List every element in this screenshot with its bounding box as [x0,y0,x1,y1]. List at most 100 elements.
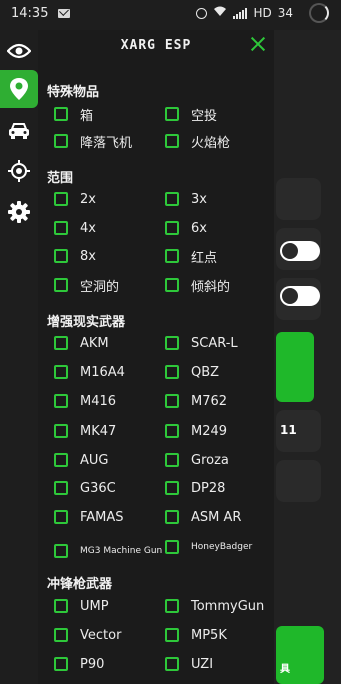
checkbox-item[interactable]: MG3 Machine Gun [54,538,170,564]
checkbox-label: 2x [80,191,96,207]
checkbox[interactable] [165,628,179,642]
checkbox[interactable] [54,657,68,671]
checkbox[interactable] [165,336,179,350]
checkbox[interactable] [165,540,179,554]
checkbox-label: M762 [191,393,228,409]
sidebar-item-items[interactable] [0,70,38,108]
checkbox[interactable] [54,365,68,379]
checkbox-item[interactable]: DP28 [165,477,225,499]
sidebar-item-vehicles[interactable] [0,112,38,150]
checkbox-item[interactable]: 空洞的 [54,274,119,296]
checkbox-label: 红点 [191,250,218,266]
bg-green-button[interactable]: 具 [276,626,324,684]
checkbox-item[interactable]: 箱 [54,103,93,125]
checkbox[interactable] [54,599,68,613]
checkbox-item[interactable]: 空投 [165,103,217,125]
checkbox-item[interactable]: 倾斜的 [165,274,230,296]
checkbox-label: 6x [191,220,207,236]
checkbox-item[interactable]: TommyGun [165,595,264,617]
bg-toggle[interactable] [280,241,320,261]
checkbox[interactable] [165,192,179,206]
checkbox-item[interactable]: M416 [54,390,116,412]
checkbox-item[interactable]: M249 [165,420,227,442]
checkbox[interactable] [54,481,68,495]
checkbox[interactable] [54,424,68,438]
checkbox-item[interactable]: Groza [165,449,229,471]
checkbox-item[interactable]: G36C [54,477,116,499]
checkbox[interactable] [54,278,68,292]
checkbox-item[interactable]: P90 [54,653,104,675]
checkbox-label: TommyGun [191,598,265,614]
checkbox-item[interactable]: HoneyBadger [165,536,252,558]
checkbox-item[interactable]: MK47 [54,420,116,442]
status-bar: 14:35 HD 34 [0,0,341,30]
checkbox-label: DP28 [191,480,226,496]
checkbox-item[interactable]: 红点 [165,245,217,267]
checkbox-item[interactable]: FAMAS [54,506,124,528]
wifi-icon [213,6,227,20]
checkbox[interactable] [165,278,179,292]
checkbox[interactable] [165,481,179,495]
checkbox-item[interactable]: ASM AR [165,506,241,528]
checkbox-item[interactable]: M762 [165,390,227,412]
checkbox[interactable] [54,134,68,148]
checkbox[interactable] [54,394,68,408]
checkbox[interactable] [54,453,68,467]
menu-title: XARG ESP [120,38,192,53]
checkbox-item[interactable]: Vector [54,624,121,646]
checkbox-label: ASM AR [191,509,242,525]
checkbox[interactable] [165,365,179,379]
checkbox[interactable] [165,221,179,235]
checkbox-item[interactable]: SCAR-L [165,332,238,354]
checkbox[interactable] [54,249,68,263]
sidebar-item-visuals[interactable] [0,32,38,70]
crosshair-icon [8,160,30,182]
checkbox[interactable] [54,544,68,558]
checkbox-item[interactable]: 4x [54,217,96,239]
section-title-special-items: 特殊物品 [47,85,100,100]
checkbox-item[interactable]: AKM [54,332,109,354]
checkbox-label: 3x [191,191,207,207]
checkbox[interactable] [165,599,179,613]
checkbox-item[interactable]: UMP [54,595,109,617]
checkbox-label: QBZ [191,364,220,380]
checkbox[interactable] [165,424,179,438]
close-icon[interactable] [248,34,268,54]
checkbox-item[interactable]: 6x [165,217,207,239]
checkbox-item[interactable]: 降落飞机 [54,130,132,152]
checkbox-item[interactable]: M16A4 [54,361,125,383]
bg-card: 11 [276,410,321,452]
checkbox[interactable] [54,107,68,121]
checkbox-label: M416 [80,393,117,409]
checkbox[interactable] [165,249,179,263]
checkbox[interactable] [165,510,179,524]
checkbox-item[interactable]: UZI [165,653,213,675]
checkbox[interactable] [54,221,68,235]
checkbox[interactable] [54,510,68,524]
sidebar-item-aim[interactable] [0,152,38,190]
checkbox-item[interactable]: 2x [54,188,96,210]
checkbox[interactable] [54,192,68,206]
background-app: 11 具 [270,30,341,684]
checkbox[interactable] [165,394,179,408]
checkbox-item[interactable]: 火焰枪 [165,130,230,152]
checkbox-item[interactable]: 8x [54,245,96,267]
checkbox[interactable] [54,336,68,350]
esp-menu-panel: XARG ESP 特殊物品 箱 空投 降落飞机 火焰枪 范围 2x 3x 4x … [38,30,274,684]
network-type: HD [253,6,272,20]
checkbox[interactable] [165,453,179,467]
checkbox-label: MG3 Machine Gun [80,545,163,556]
checkbox[interactable] [165,657,179,671]
checkbox-item[interactable]: MP5K [165,624,227,646]
checkbox-item[interactable]: QBZ [165,361,219,383]
status-indicators: HD 34 [196,6,293,20]
checkbox[interactable] [165,107,179,121]
checkbox-item[interactable]: AUG [54,449,108,471]
bg-green-button[interactable] [276,332,314,402]
signal-icon [233,7,248,19]
sidebar-item-settings[interactable] [0,193,38,231]
checkbox[interactable] [54,628,68,642]
bg-toggle[interactable] [280,286,320,306]
checkbox[interactable] [165,134,179,148]
checkbox-item[interactable]: 3x [165,188,207,210]
